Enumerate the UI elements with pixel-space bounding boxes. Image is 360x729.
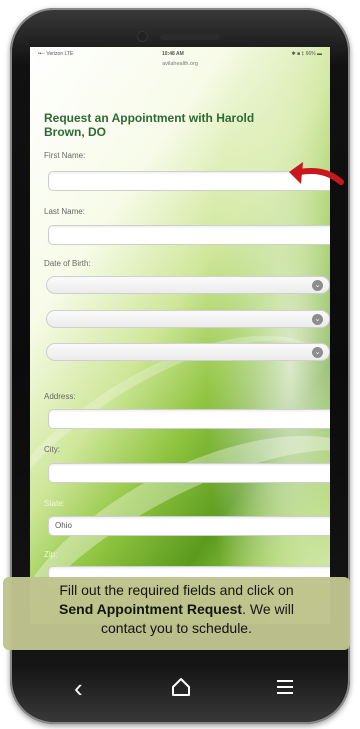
red-arrow-icon	[289, 162, 344, 185]
state-field[interactable]: Ohio	[48, 516, 330, 536]
chevron-down-icon: ⌄	[312, 347, 323, 358]
clock: 10:48 AM	[162, 51, 184, 57]
caption-line3: contact you to schedule.	[101, 620, 252, 636]
dob-month-select[interactable]: ⌄	[46, 276, 330, 294]
caption-line1: Fill out the required fields and click o…	[59, 582, 294, 598]
battery-indicator: ✱ ■ ‡ 66% ▬	[291, 51, 322, 57]
url-bar[interactable]: avilahealth.org	[30, 61, 330, 75]
chevron-down-icon: ⌄	[312, 314, 323, 325]
phone-screen: ••◦◦ Verizon LTE 10:48 AM ✱ ■ ‡ 66% ▬ av…	[30, 47, 330, 624]
first-name-label: First Name:	[44, 151, 86, 160]
carrier-label: ••◦◦ Verizon LTE	[38, 51, 74, 57]
caption-bold-action: Send Appointment Request	[59, 601, 243, 617]
zip-label: Zip:	[44, 550, 58, 559]
address-field[interactable]	[48, 409, 330, 429]
chevron-down-icon: ⌄	[312, 280, 323, 291]
city-field[interactable]	[48, 463, 330, 483]
menu-icon[interactable]	[276, 679, 294, 695]
last-name-field[interactable]	[48, 225, 330, 245]
dob-label: Date of Birth:	[44, 259, 91, 268]
address-label: Address:	[44, 392, 76, 401]
state-label: State:	[44, 499, 65, 508]
city-label: City:	[44, 445, 60, 454]
speaker-grille	[160, 34, 220, 40]
dob-day-select[interactable]: ⌄	[46, 310, 330, 328]
page-title: Request an Appointment with Harold Brown…	[44, 111, 255, 139]
dob-year-select[interactable]: ⌄	[46, 343, 330, 361]
home-icon[interactable]	[170, 676, 192, 698]
caption-line2: . We will	[242, 601, 294, 617]
front-camera	[138, 32, 147, 41]
status-bar: ••◦◦ Verizon LTE 10:48 AM ✱ ■ ‡ 66% ▬	[30, 47, 330, 61]
instruction-caption: Fill out the required fields and click o…	[3, 577, 350, 650]
last-name-label: Last Name:	[44, 207, 85, 216]
chevron-left-icon[interactable]: ‹	[74, 675, 83, 701]
